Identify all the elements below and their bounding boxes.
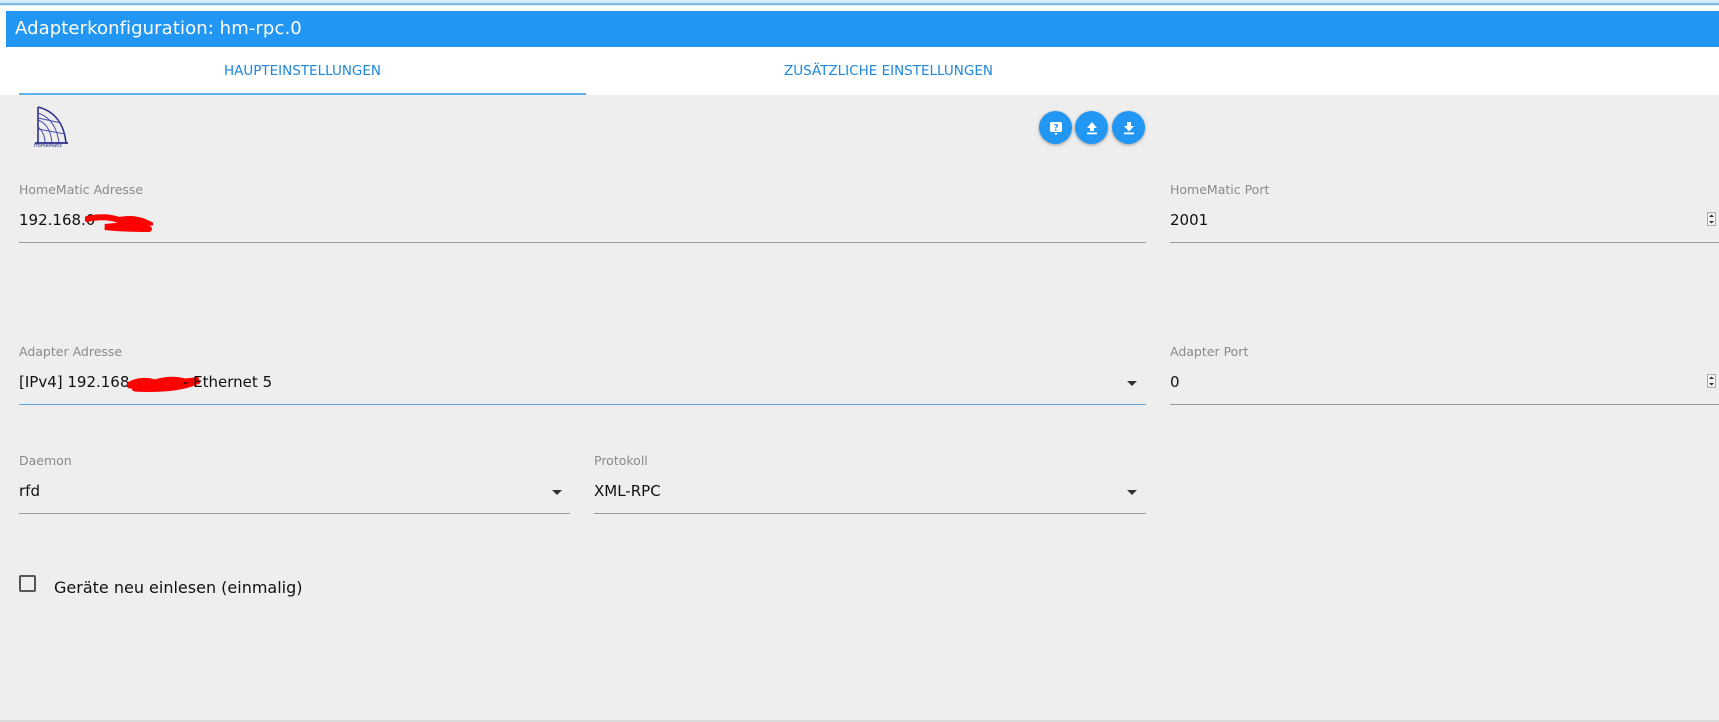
reload-devices-label[interactable]: Geräte neu einlesen (einmalig) bbox=[54, 578, 303, 597]
protocol-value: XML-RPC bbox=[594, 482, 661, 500]
adapter-port-underline bbox=[1170, 404, 1719, 405]
adapter-port-value: 0 bbox=[1170, 373, 1180, 391]
help-icon: ? bbox=[1049, 121, 1062, 135]
upload-button[interactable] bbox=[1075, 111, 1108, 144]
tab-additional-settings[interactable]: ZUSÄTZLICHE EINSTELLUNGEN bbox=[605, 47, 1172, 95]
daemon-underline bbox=[19, 513, 570, 514]
homematic-port-input[interactable]: 2001 bbox=[1170, 205, 1719, 243]
daemon-select[interactable]: rfd bbox=[19, 476, 570, 514]
dialog-titlebar: Adapterkonfiguration: hm-rpc.0 bbox=[6, 11, 1719, 47]
adapter-address-value-suffix: - Ethernet 5 bbox=[183, 373, 273, 391]
download-icon bbox=[1123, 121, 1134, 134]
logo-text: HomeMatic bbox=[34, 143, 63, 149]
adapter-address-underline bbox=[19, 404, 1146, 405]
tab-main-settings[interactable]: HAUPTEINSTELLUNGEN bbox=[19, 47, 586, 95]
port-spinner-icon[interactable] bbox=[1707, 374, 1716, 388]
homematic-port-underline bbox=[1170, 242, 1719, 243]
upload-icon bbox=[1086, 121, 1097, 134]
adapter-address-label: Adapter Adresse bbox=[19, 344, 123, 359]
homematic-address-value: 192.168.0 bbox=[19, 211, 96, 229]
homematic-port-value: 2001 bbox=[1170, 211, 1209, 229]
daemon-label: Daemon bbox=[19, 453, 72, 468]
help-button[interactable]: ? bbox=[1039, 111, 1072, 144]
adapter-port-label: Adapter Port bbox=[1170, 344, 1249, 359]
dialog-title: Adapterkonfiguration: hm-rpc.0 bbox=[15, 18, 302, 39]
reload-devices-checkbox[interactable] bbox=[19, 575, 36, 592]
tab-bar: HAUPTEINSTELLUNGEN ZUSÄTZLICHE EINSTELLU… bbox=[19, 47, 1719, 95]
chevron-down-icon bbox=[1127, 381, 1137, 386]
daemon-value: rfd bbox=[19, 482, 40, 500]
window-top-line bbox=[0, 3, 1719, 5]
homematic-address-input[interactable]: 192.168.0 bbox=[19, 205, 1146, 243]
chevron-down-icon bbox=[552, 490, 562, 495]
port-spinner-icon[interactable] bbox=[1707, 212, 1716, 226]
chevron-down-icon bbox=[1127, 490, 1137, 495]
settings-panel bbox=[0, 95, 1719, 722]
adapter-address-select[interactable]: [IPv4] 192.168. - Ethernet 5 bbox=[19, 367, 1146, 405]
svg-text:?: ? bbox=[1053, 123, 1058, 133]
homematic-address-underline bbox=[19, 242, 1146, 243]
adapter-port-input[interactable]: 0 bbox=[1170, 367, 1719, 405]
protocol-select[interactable]: XML-RPC bbox=[594, 476, 1146, 514]
protocol-underline bbox=[594, 513, 1146, 514]
homematic-port-label: HomeMatic Port bbox=[1170, 182, 1270, 197]
adapter-address-value-prefix: [IPv4] 192.168. bbox=[19, 373, 135, 391]
redaction-mark bbox=[85, 214, 153, 232]
protocol-label: Protokoll bbox=[594, 453, 648, 468]
download-button[interactable] bbox=[1112, 111, 1145, 144]
homematic-address-label: HomeMatic Adresse bbox=[19, 182, 144, 197]
